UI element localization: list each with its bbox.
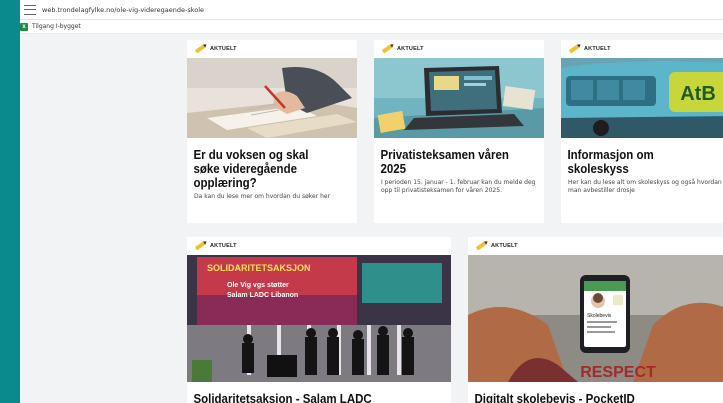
card-description: Her kan du lese alt om skoleskyss og ogs… — [568, 179, 722, 194]
shirt-text: RESPECT — [580, 364, 656, 381]
news-card-solidaritetsaksjon[interactable]: AKTUELT SOLIDARITETSAKSJON Ole Vig vgs s… — [187, 237, 451, 403]
bookmark-tilgang[interactable]: Tilgang I-bygget — [32, 23, 81, 30]
pencil-icon — [194, 44, 206, 54]
pencil-icon — [475, 241, 487, 251]
pencil-icon — [568, 44, 580, 54]
card-description: I perioden 15. januar - 1. februar kan d… — [381, 179, 536, 194]
phone-id-photo[interactable]: RESPECT Skolebevis — [468, 255, 723, 382]
tag-aktuelt: AKTUELT — [374, 40, 544, 58]
atb-bus-photo[interactable]: AtB — [561, 58, 723, 138]
phone-card-label: Skolebevis — [587, 313, 612, 319]
banner-line-2: Salam LADC Libanon — [227, 292, 298, 299]
browser-window: web.trondelagfylke.no/ole-vig-videregaen… — [20, 0, 723, 403]
tag-aktuelt: AKTUELT — [187, 237, 451, 255]
news-card-voksen[interactable]: AKTUELT Er du voksen og skal søke videre… — [187, 40, 357, 223]
pencil-icon — [381, 44, 393, 54]
news-card-skolebevis[interactable]: AKTUELT RESPECT Skolebevis Digitalt skol… — [468, 237, 723, 403]
banner-line-1: Ole Vig vgs støtter — [227, 282, 289, 289]
laptop-desk-photo[interactable] — [374, 58, 544, 138]
card-title[interactable]: Solidaritetsaksjon - Salam LADC — [187, 382, 430, 403]
tag-aktuelt: AKTUELT — [468, 237, 723, 255]
card-title[interactable]: Informasjon om skoleskyss — [561, 138, 717, 176]
card-title[interactable]: Er du voksen og skal søke videregående o… — [187, 138, 343, 190]
hand-writing-photo[interactable] — [187, 58, 357, 138]
tag-aktuelt: AKTUELT — [187, 40, 357, 58]
banner-title: SOLIDARITETSAKSJON — [207, 263, 311, 273]
pencil-icon — [194, 241, 206, 251]
bookmarks-bar: x Tilgang I-bygget — [20, 20, 723, 34]
card-title[interactable]: Privatisteksamen våren 2025 — [374, 138, 530, 176]
address-bar[interactable]: web.trondelagfylke.no/ole-vig-videregaen… — [20, 0, 723, 20]
url-text[interactable]: web.trondelagfylke.no/ole-vig-videregaen… — [42, 6, 204, 14]
atb-logo-text: AtB — [680, 83, 716, 105]
card-title[interactable]: Digitalt skolebevis - PocketID — [468, 382, 710, 403]
card-description: Da kan du lese mer om hvordan du søker h… — [194, 193, 331, 200]
tag-aktuelt: AKTUELT — [561, 40, 723, 58]
excel-icon: x — [20, 22, 28, 31]
site-settings-icon[interactable] — [24, 4, 36, 15]
page-content: AKTUELT Er du voksen og skal søke videre… — [20, 34, 723, 403]
news-card-privatisteksamen[interactable]: AKTUELT Privatisteksamen våren 2025 I pe… — [374, 40, 544, 223]
news-card-skoleskyss[interactable]: AKTUELT AtB Informasjon om skoleskyss He — [561, 40, 723, 223]
stage-event-photo[interactable]: SOLIDARITETSAKSJON Ole Vig vgs støtter S… — [187, 255, 451, 382]
